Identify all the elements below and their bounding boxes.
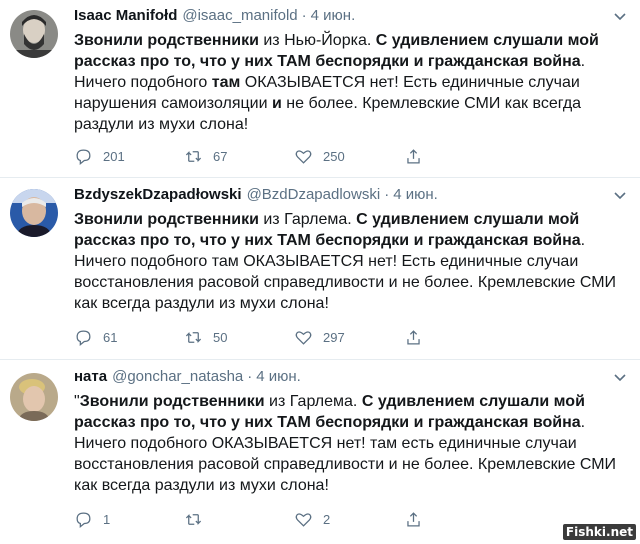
tweet-card[interactable]: Isaac Manifołd @isaac_manifold · 4 июн. … [0,0,640,178]
reply-button[interactable]: 201 [74,145,184,167]
reply-count: 61 [103,329,118,345]
tweet-text: Звонили родственники из Гарлема. С удивл… [74,209,628,314]
watermark: Fishki.net [562,524,636,540]
username[interactable]: @gonchar_natasha [112,367,243,387]
retweet-button[interactable]: 50 [184,326,294,348]
chevron-down-icon[interactable] [612,8,628,24]
reply-count: 1 [103,511,111,527]
tweet-content: BzdyszekDzapadłowski @BzdDzapadlowski · … [74,185,628,314]
separator: · [247,368,253,385]
share-icon [407,511,420,526]
tweet-content: Isaac Manifołd @isaac_manifold · 4 июн. … [74,6,628,135]
retweet-icon [185,513,202,525]
like-count: 2 [323,511,331,527]
reply-button[interactable]: 1 [74,508,184,530]
avatar-image [10,189,58,237]
like-count: 297 [323,329,345,345]
tweet-card[interactable]: BzdyszekDzapadłowski @BzdDzapadlowski · … [0,179,640,360]
display-name[interactable]: BzdyszekDzapadłowski [74,185,242,205]
tweet-text-segment: и [272,95,282,112]
retweet-button[interactable]: 67 [184,145,294,167]
tweet-text: Звонили родственники из Нью-Йорка. С уди… [74,30,628,135]
tweet-card[interactable]: ната @gonchar_natasha · 4 июн. "Звонили … [0,361,640,544]
avatar-image [10,10,58,58]
retweet-icon [185,331,202,343]
avatar-image [10,373,58,421]
tweet-header: ната @gonchar_natasha · 4 июн. [74,367,628,387]
share-icon [407,148,420,163]
tweet-text-segment: из Нью-Йорка. [258,32,376,49]
timestamp[interactable]: 4 июн. [393,185,438,205]
tweet-header: Isaac Manifołd @isaac_manifold · 4 июн. [74,6,628,26]
tweet-text-segment: из Гарлема. [258,211,357,228]
separator: · [301,7,307,24]
separator: · [384,186,390,203]
timestamp[interactable]: 4 июн. [311,6,356,26]
share-button[interactable] [404,326,444,348]
tweet-content: ната @gonchar_natasha · 4 июн. "Звонили … [74,367,628,496]
like-count: 250 [323,148,345,164]
like-button[interactable]: 250 [294,145,404,167]
tweet-text-segment: Звонили родственники [74,32,259,49]
heart-icon [295,512,312,527]
timestamp[interactable]: 4 июн. [256,367,301,387]
chevron-down-icon[interactable] [612,369,628,385]
tweet-actions: 201 67 250 [74,145,534,167]
like-button[interactable]: 2 [294,508,404,530]
tweet-actions: 61 50 297 [74,326,534,348]
avatar[interactable] [10,373,58,421]
tweet-text-segment: Звонили родственники [74,211,259,228]
reply-icon [76,149,91,165]
username[interactable]: @isaac_manifold [182,6,297,26]
reply-button[interactable]: 61 [74,326,184,348]
share-icon [407,329,420,344]
share-button[interactable] [404,145,444,167]
tweet-text-segment: Звонили родственники [79,393,265,410]
share-button[interactable] [404,508,444,530]
retweet-icon [185,150,202,162]
tweet-actions: 1 2 [74,508,534,530]
reply-icon [76,330,91,346]
avatar[interactable] [10,10,58,58]
heart-icon [295,149,312,164]
reply-icon [76,512,91,528]
retweet-count: 50 [213,329,228,345]
heart-icon [295,330,312,345]
tweet-header: BzdyszekDzapadłowski @BzdDzapadlowski · … [74,185,628,205]
chevron-down-icon[interactable] [612,187,628,203]
like-button[interactable]: 297 [294,326,404,348]
tweet-text: "Звонили родственники из Гарлема. С удив… [74,391,628,496]
display-name[interactable]: Isaac Manifołd [74,6,177,26]
retweet-button[interactable] [184,508,294,530]
reply-count: 201 [103,148,125,164]
retweet-count: 67 [213,148,228,164]
avatar[interactable] [10,189,58,237]
username[interactable]: @BzdDzapadlowski [247,185,381,205]
tweet-text-segment: из Гарлема. [264,393,362,410]
display-name[interactable]: ната [74,367,107,387]
tweet-text-segment: там [211,74,241,91]
